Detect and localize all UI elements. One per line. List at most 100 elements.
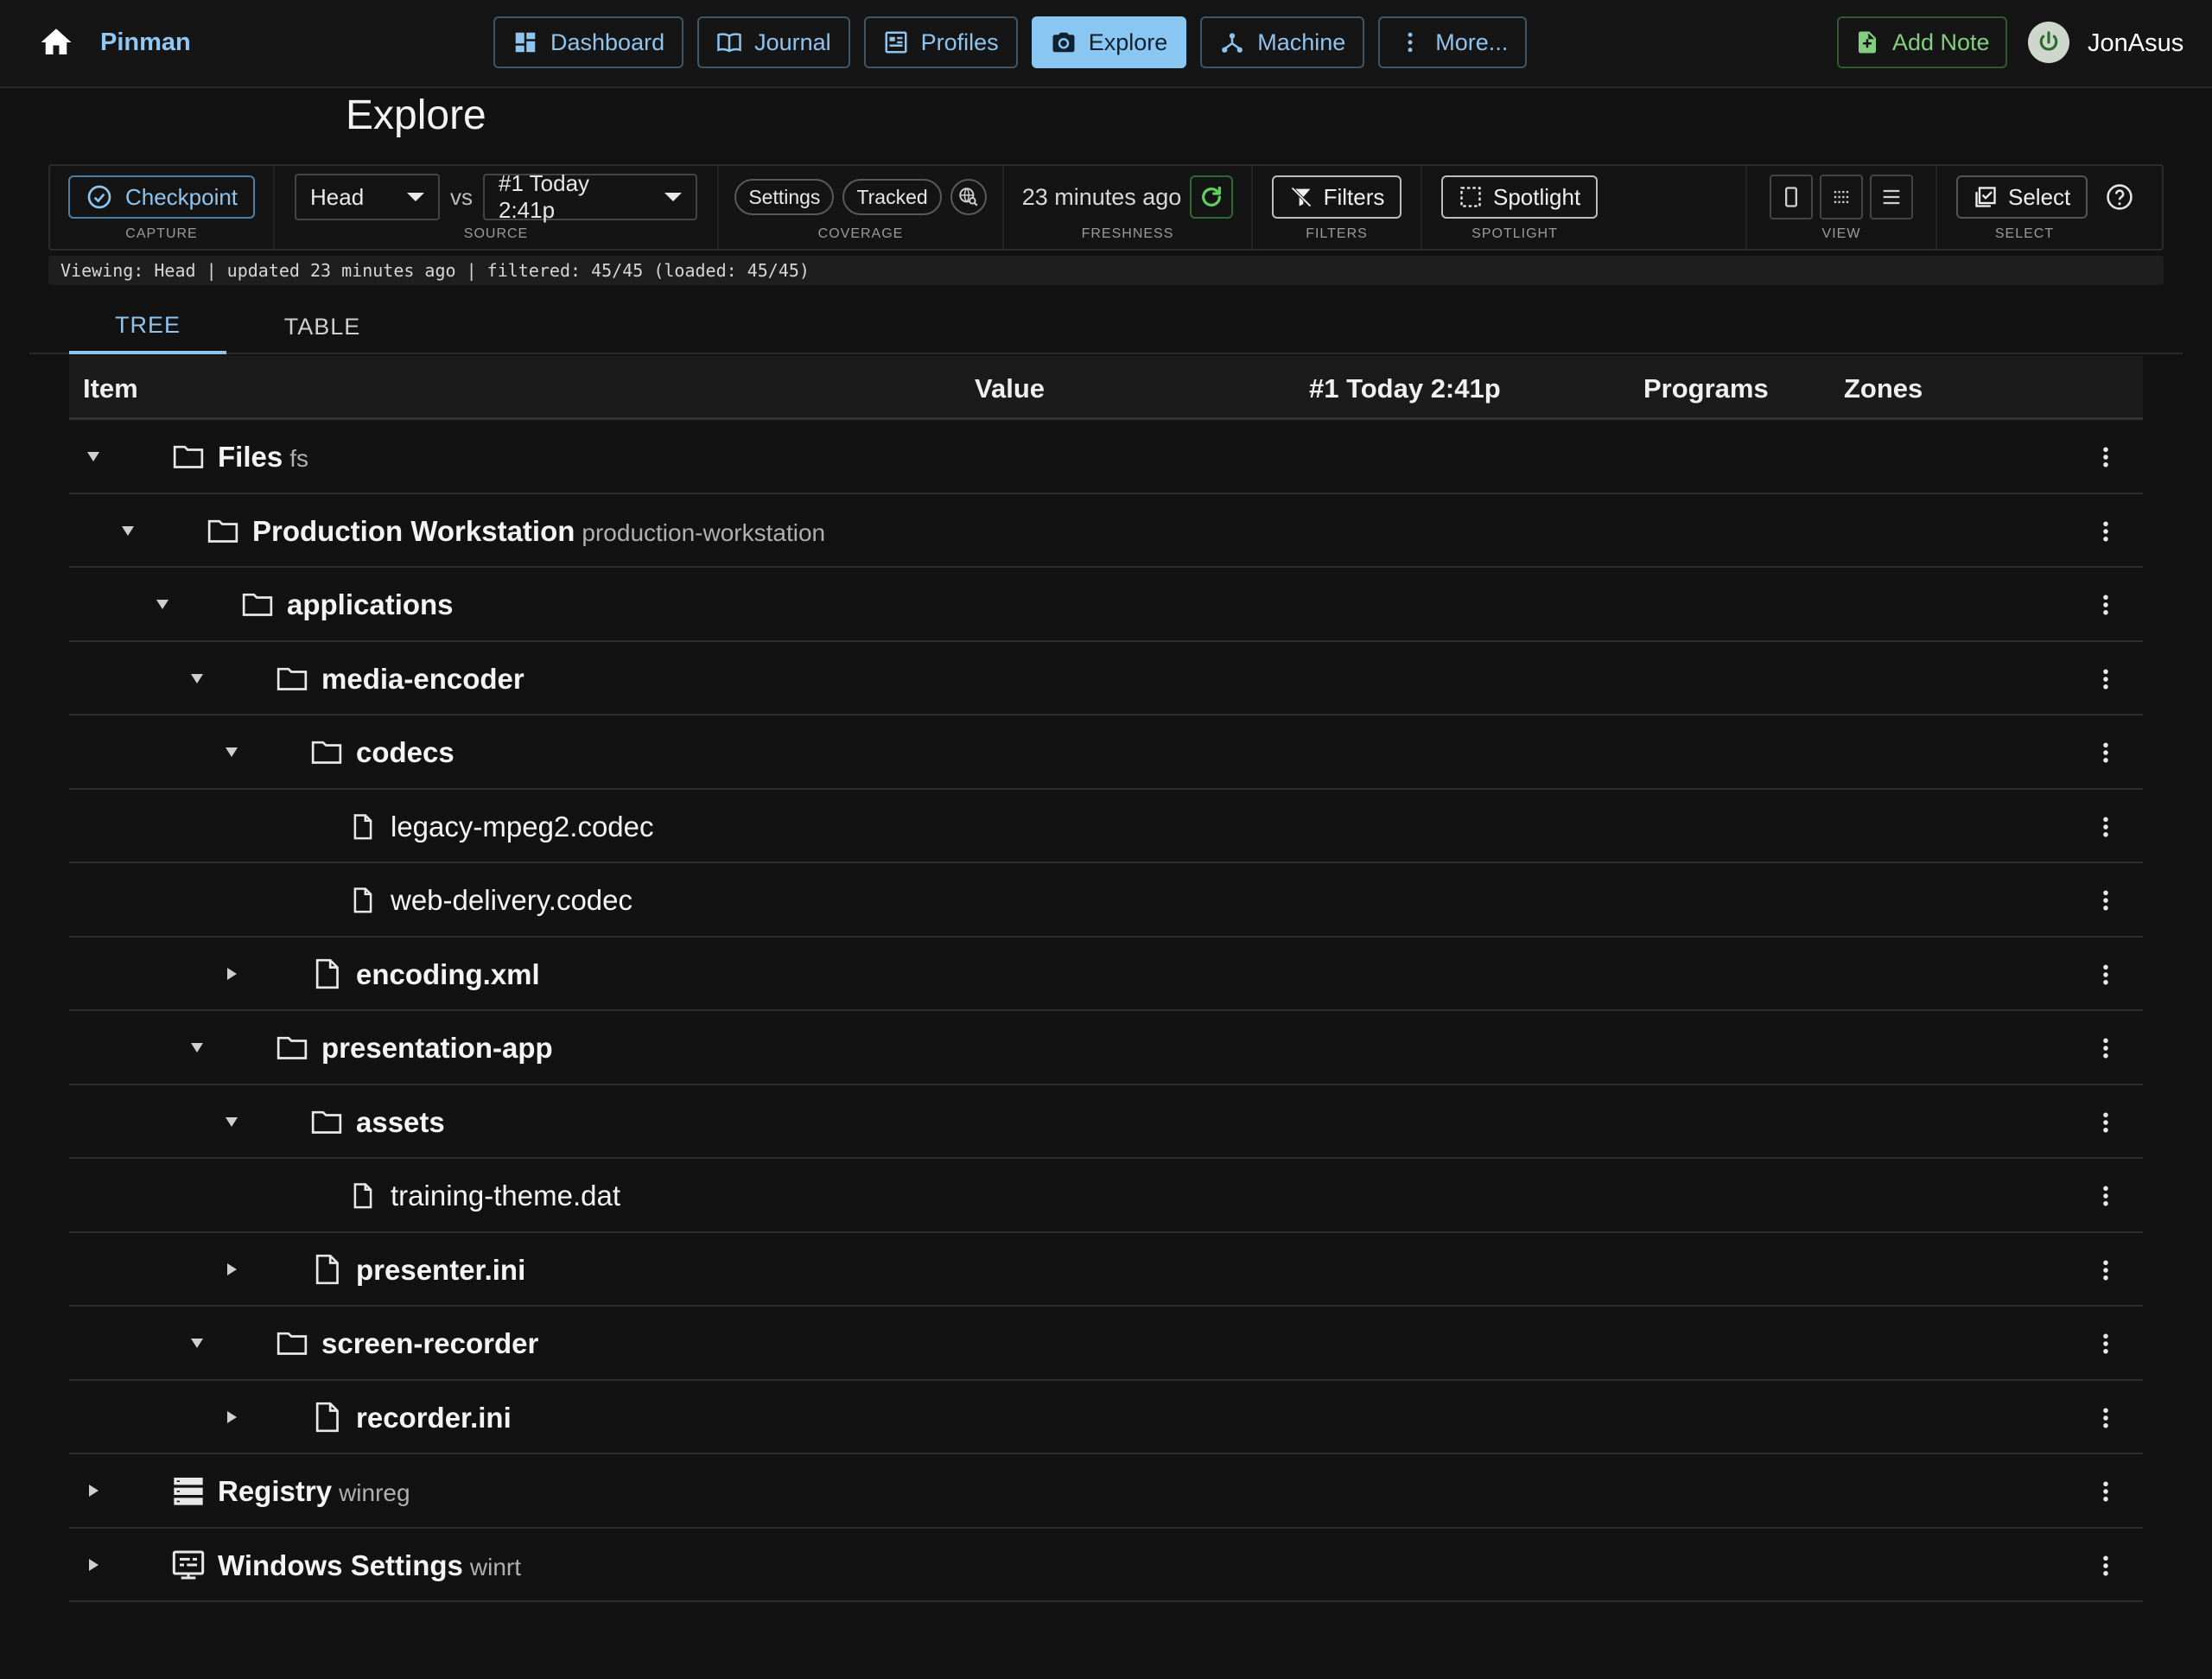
folder-icon bbox=[240, 587, 275, 621]
expand-triangle-icon[interactable] bbox=[187, 668, 207, 689]
collapse-triangle-icon[interactable] bbox=[221, 1407, 242, 1428]
table-row[interactable]: Registry winreg bbox=[69, 1454, 2143, 1529]
expand-triangle-icon[interactable] bbox=[187, 1037, 207, 1058]
spotlight-button[interactable]: Spotlight bbox=[1441, 175, 1599, 219]
column-header-value[interactable]: Value bbox=[975, 373, 1045, 404]
table-row[interactable]: media-encoder bbox=[69, 642, 2143, 715]
view-list-button[interactable] bbox=[1870, 175, 1913, 219]
select-button[interactable]: Select bbox=[1956, 175, 2088, 219]
refresh-button[interactable] bbox=[1190, 175, 1234, 219]
table-row[interactable]: presenter.ini bbox=[69, 1233, 2143, 1307]
table-row[interactable]: presentation-app bbox=[69, 1011, 2143, 1085]
row-menu-icon[interactable] bbox=[2093, 592, 2119, 618]
row-menu-icon[interactable] bbox=[2093, 814, 2119, 840]
filters-label-text: Filters bbox=[1323, 183, 1385, 210]
row-name: legacy-mpeg2.codec bbox=[391, 811, 654, 843]
collapse-triangle-icon[interactable] bbox=[83, 1555, 104, 1575]
table-row[interactable]: screen-recorder bbox=[69, 1307, 2143, 1381]
row-name: assets bbox=[356, 1106, 445, 1139]
nav-dashboard-button[interactable]: Dashboard bbox=[493, 16, 684, 68]
expand-triangle-icon[interactable] bbox=[118, 520, 138, 541]
help-icon[interactable] bbox=[2105, 182, 2134, 212]
file-small-icon bbox=[351, 1181, 375, 1209]
row-menu-icon[interactable] bbox=[2093, 1553, 2119, 1579]
row-source-tag: winrt bbox=[469, 1553, 521, 1580]
row-name: screen-recorder bbox=[321, 1327, 538, 1360]
table-row[interactable]: encoding.xml bbox=[69, 938, 2143, 1011]
row-name-text: training-theme.dat bbox=[391, 1180, 620, 1212]
compare-select-value: #1 Today 2:41p bbox=[499, 170, 590, 223]
file-small-icon bbox=[351, 812, 375, 840]
expand-triangle-icon[interactable] bbox=[83, 446, 104, 467]
nav-machine-button[interactable]: Machine bbox=[1200, 16, 1365, 68]
table-row[interactable]: applications bbox=[69, 568, 2143, 642]
view-phone-button[interactable] bbox=[1770, 175, 1813, 219]
tab-tree[interactable]: TREE bbox=[69, 299, 226, 354]
column-header-programs[interactable]: Programs bbox=[1643, 373, 1769, 404]
row-source-tag: production-workstation bbox=[582, 518, 826, 546]
settings-chip[interactable]: Settings bbox=[734, 179, 835, 215]
nav-more-button[interactable]: More... bbox=[1378, 16, 1528, 68]
row-menu-icon[interactable] bbox=[2093, 1110, 2119, 1135]
column-header-snapshot[interactable]: #1 Today 2:41p bbox=[1309, 373, 1501, 404]
row-menu-icon[interactable] bbox=[2093, 444, 2119, 470]
collapse-triangle-icon[interactable] bbox=[83, 1480, 104, 1501]
more-vertical-icon bbox=[1408, 32, 1413, 53]
table-row[interactable]: Production Workstation production-worksta… bbox=[69, 494, 2143, 568]
table-row[interactable]: training-theme.dat bbox=[69, 1159, 2143, 1233]
row-name: presentation-app bbox=[321, 1032, 553, 1065]
row-menu-icon[interactable] bbox=[2093, 1257, 2119, 1283]
table-row[interactable]: web-delivery.codec bbox=[69, 863, 2143, 938]
head-select[interactable]: Head bbox=[295, 174, 440, 220]
row-menu-icon[interactable] bbox=[2093, 1479, 2119, 1504]
row-menu-icon[interactable] bbox=[2093, 666, 2119, 692]
row-name-text: Files bbox=[218, 441, 283, 473]
tab-table[interactable]: TABLE bbox=[244, 299, 401, 354]
expand-triangle-icon[interactable] bbox=[187, 1332, 207, 1353]
column-header-zones[interactable]: Zones bbox=[1844, 373, 1923, 404]
add-note-button[interactable]: Add Note bbox=[1837, 16, 2007, 68]
table-row[interactable]: codecs bbox=[69, 715, 2143, 790]
table-row[interactable]: recorder.ini bbox=[69, 1381, 2143, 1454]
list-icon bbox=[1883, 189, 1900, 205]
checkpoint-button[interactable]: Checkpoint bbox=[67, 175, 256, 219]
view-label: VIEW bbox=[1821, 226, 1861, 241]
row-menu-icon[interactable] bbox=[2093, 1183, 2119, 1209]
avatar[interactable] bbox=[2028, 22, 2069, 63]
username[interactable]: JonAsus bbox=[2088, 29, 2183, 58]
row-menu-icon[interactable] bbox=[2093, 887, 2119, 913]
row-name-text: web-delivery.codec bbox=[391, 884, 633, 916]
row-menu-icon[interactable] bbox=[2093, 740, 2119, 766]
head-select-value: Head bbox=[310, 183, 365, 210]
row-menu-icon[interactable] bbox=[2093, 1331, 2119, 1357]
row-name: encoding.xml bbox=[356, 958, 540, 991]
home-icon[interactable] bbox=[38, 24, 74, 60]
table-row[interactable]: assets bbox=[69, 1085, 2143, 1159]
nav-profiles-button[interactable]: Profiles bbox=[863, 16, 1018, 68]
filters-group: Filters FILTERS bbox=[1253, 166, 1422, 249]
row-menu-icon[interactable] bbox=[2093, 518, 2119, 544]
tracked-chip[interactable]: Tracked bbox=[842, 179, 942, 215]
row-menu-icon[interactable] bbox=[2093, 1405, 2119, 1431]
compare-select[interactable]: #1 Today 2:41p bbox=[483, 170, 697, 223]
nav-journal-button[interactable]: Journal bbox=[697, 16, 850, 68]
brand-name[interactable]: Pinman bbox=[100, 29, 191, 57]
freshness-text: 23 minutes ago bbox=[1021, 183, 1182, 210]
expand-triangle-icon[interactable] bbox=[221, 741, 242, 762]
table-row[interactable]: legacy-mpeg2.codec bbox=[69, 790, 2143, 863]
filters-button[interactable]: Filters bbox=[1271, 175, 1402, 219]
spotlight-label-text: Spotlight bbox=[1493, 183, 1581, 210]
expand-triangle-icon[interactable] bbox=[152, 594, 173, 614]
coverage-scan-button[interactable] bbox=[950, 179, 987, 215]
collapse-triangle-icon[interactable] bbox=[221, 964, 242, 984]
table-row[interactable]: Windows Settings winrt bbox=[69, 1529, 2143, 1602]
table-row[interactable]: Files fs bbox=[69, 420, 2143, 494]
row-menu-icon[interactable] bbox=[2093, 1035, 2119, 1061]
row-menu-icon[interactable] bbox=[2093, 962, 2119, 988]
row-name-text: legacy-mpeg2.codec bbox=[391, 810, 654, 843]
collapse-triangle-icon[interactable] bbox=[221, 1259, 242, 1280]
nav-explore-button[interactable]: Explore bbox=[1031, 16, 1187, 68]
view-grid-button[interactable] bbox=[1820, 175, 1863, 219]
column-header-item[interactable]: Item bbox=[83, 373, 138, 404]
expand-triangle-icon[interactable] bbox=[221, 1111, 242, 1132]
